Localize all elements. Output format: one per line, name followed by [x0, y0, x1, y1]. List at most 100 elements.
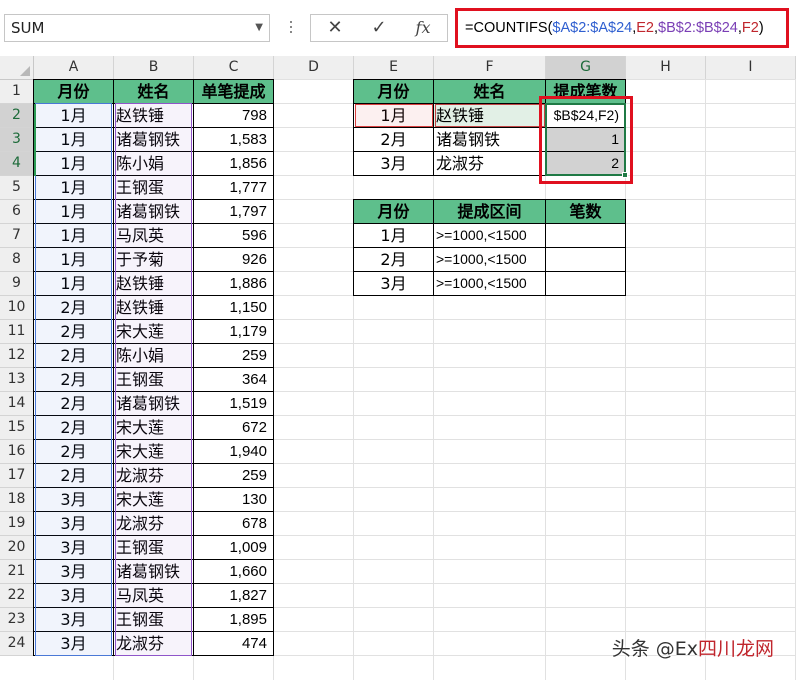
data-table-cell[interactable]: 1,797: [194, 200, 274, 224]
data-table-cell[interactable]: 2月: [34, 344, 114, 368]
data-table-cell[interactable]: 1,777: [194, 176, 274, 200]
data-table-cell[interactable]: 3月: [34, 488, 114, 512]
data-table-cell[interactable]: 1,886: [194, 272, 274, 296]
column-header-e[interactable]: E: [354, 56, 434, 80]
chevron-down-icon[interactable]: ▼: [255, 15, 263, 41]
cancel-icon[interactable]: ✕: [315, 15, 355, 41]
column-header-d[interactable]: D: [274, 56, 354, 80]
data-table-cell[interactable]: 1月: [34, 200, 114, 224]
row-header-23[interactable]: 23: [0, 608, 34, 632]
data-table-cell[interactable]: 2月: [34, 320, 114, 344]
range-table-cell[interactable]: >=1000,<1500: [434, 224, 546, 248]
row-header-4[interactable]: 4: [0, 152, 34, 176]
row-header-8[interactable]: 8: [0, 248, 34, 272]
data-table-cell[interactable]: 龙淑芬: [114, 512, 194, 536]
spreadsheet-grid[interactable]: A B C D E F G H I 1 2 3 4 5 6 7 8 9 10 11 12 13 14 15 16 17 18 19 20…: [0, 56, 796, 680]
row-header-17[interactable]: 17: [0, 464, 34, 488]
row-header-19[interactable]: 19: [0, 512, 34, 536]
data-table-cell[interactable]: 259: [194, 344, 274, 368]
data-table-cell[interactable]: 1,940: [194, 440, 274, 464]
row-header-14[interactable]: 14: [0, 392, 34, 416]
column-header-c[interactable]: C: [194, 56, 274, 80]
column-header-f[interactable]: F: [434, 56, 546, 80]
data-table-cell[interactable]: 2月: [34, 392, 114, 416]
data-table-cell[interactable]: 678: [194, 512, 274, 536]
enter-icon[interactable]: ✓: [359, 15, 399, 41]
row-header-20[interactable]: 20: [0, 536, 34, 560]
data-table-cell[interactable]: 王钢蛋: [114, 368, 194, 392]
data-table-cell[interactable]: 赵铁锤: [114, 296, 194, 320]
data-table-cell[interactable]: 龙淑芬: [114, 464, 194, 488]
data-table-cell[interactable]: 3月: [34, 560, 114, 584]
data-table-cell[interactable]: 130: [194, 488, 274, 512]
data-table-cell[interactable]: 364: [194, 368, 274, 392]
data-table-cell[interactable]: 宋大莲: [114, 416, 194, 440]
summary-table-cell[interactable]: 3月: [354, 152, 434, 176]
data-table-cell[interactable]: 1月: [34, 104, 114, 128]
data-table-cell[interactable]: 1月: [34, 176, 114, 200]
data-table-cell[interactable]: 1,150: [194, 296, 274, 320]
summary-table-cell[interactable]: 赵铁锤: [434, 104, 546, 128]
data-table-cell[interactable]: 1,856: [194, 152, 274, 176]
summary-table-cell[interactable]: 诸葛钢铁: [434, 128, 546, 152]
data-table-cell[interactable]: 3月: [34, 512, 114, 536]
row-header-10[interactable]: 10: [0, 296, 34, 320]
formula-input[interactable]: =COUNTIFS($A$2:$A$24,E2,$B$2:$B$24,F2): [455, 8, 789, 48]
row-header-15[interactable]: 15: [0, 416, 34, 440]
row-header-18[interactable]: 18: [0, 488, 34, 512]
data-table-cell[interactable]: 2月: [34, 440, 114, 464]
data-table-cell[interactable]: 赵铁锤: [114, 272, 194, 296]
row-header-1[interactable]: 1: [0, 80, 34, 104]
data-table-cell[interactable]: 1月: [34, 248, 114, 272]
data-table-cell[interactable]: 陈小娟: [114, 152, 194, 176]
data-table-cell[interactable]: 诸葛钢铁: [114, 392, 194, 416]
row-header-2[interactable]: 2: [0, 104, 34, 128]
data-table-cell[interactable]: 2月: [34, 296, 114, 320]
summary-table-cell[interactable]: 2: [546, 152, 626, 176]
data-table-cell[interactable]: 王钢蛋: [114, 536, 194, 560]
data-table-cell[interactable]: 马凤英: [114, 584, 194, 608]
data-table-cell[interactable]: 赵铁锤: [114, 104, 194, 128]
data-table-cell[interactable]: 798: [194, 104, 274, 128]
data-table-cell[interactable]: 1月: [34, 224, 114, 248]
data-table-cell[interactable]: 马凤英: [114, 224, 194, 248]
row-header-24[interactable]: 24: [0, 632, 34, 656]
data-table-cell[interactable]: 1,519: [194, 392, 274, 416]
data-table-cell[interactable]: 1月: [34, 272, 114, 296]
range-table-cell[interactable]: >=1000,<1500: [434, 272, 546, 296]
row-header-7[interactable]: 7: [0, 224, 34, 248]
data-table-cell[interactable]: 龙淑芬: [114, 632, 194, 656]
data-table-cell[interactable]: 宋大莲: [114, 440, 194, 464]
range-table-cell[interactable]: 1月: [354, 224, 434, 248]
data-table-cell[interactable]: 672: [194, 416, 274, 440]
row-header-9[interactable]: 9: [0, 272, 34, 296]
summary-table-cell[interactable]: 龙淑芬: [434, 152, 546, 176]
data-table-cell[interactable]: 于予菊: [114, 248, 194, 272]
data-table-cell[interactable]: 1,895: [194, 608, 274, 632]
range-table-cell[interactable]: 2月: [354, 248, 434, 272]
data-table-cell[interactable]: 王钢蛋: [114, 176, 194, 200]
data-table-cell[interactable]: 1,827: [194, 584, 274, 608]
data-table-cell[interactable]: 474: [194, 632, 274, 656]
name-box[interactable]: SUM ▼: [4, 14, 270, 42]
data-table-cell[interactable]: 宋大莲: [114, 320, 194, 344]
range-table-cell[interactable]: >=1000,<1500: [434, 248, 546, 272]
column-header-g[interactable]: G: [546, 56, 626, 80]
range-table-cell[interactable]: [546, 224, 626, 248]
row-header-22[interactable]: 22: [0, 584, 34, 608]
data-table-cell[interactable]: 596: [194, 224, 274, 248]
column-header-b[interactable]: B: [114, 56, 194, 80]
column-header-h[interactable]: H: [626, 56, 706, 80]
data-table-cell[interactable]: 2月: [34, 368, 114, 392]
summary-table-cell[interactable]: $B$24,F2): [546, 104, 626, 128]
insert-function-icon[interactable]: fx: [403, 15, 443, 41]
data-table-cell[interactable]: 2月: [34, 416, 114, 440]
row-header-5[interactable]: 5: [0, 176, 34, 200]
data-table-cell[interactable]: 1,179: [194, 320, 274, 344]
row-header-16[interactable]: 16: [0, 440, 34, 464]
range-table-cell[interactable]: 3月: [354, 272, 434, 296]
select-all-button[interactable]: [0, 56, 34, 80]
data-table-cell[interactable]: 1月: [34, 128, 114, 152]
row-header-3[interactable]: 3: [0, 128, 34, 152]
range-table-cell[interactable]: [546, 248, 626, 272]
